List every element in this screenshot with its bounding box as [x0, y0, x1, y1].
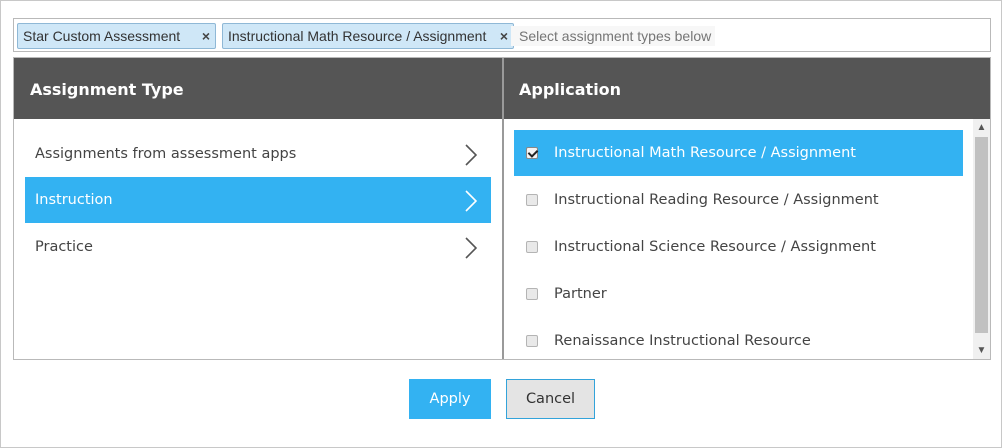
- tag-remove-icon[interactable]: ×: [202, 24, 210, 48]
- tag-instructional-math: Instructional Math Resource / Assignment…: [222, 23, 514, 49]
- assignment-type-dialog: Star Custom Assessment × Instructional M…: [0, 0, 1002, 448]
- type-item-label: Practice: [35, 239, 93, 255]
- chevron-right-icon: [465, 190, 477, 212]
- app-item-label: Partner: [554, 286, 607, 302]
- apply-button[interactable]: Apply: [409, 379, 491, 419]
- app-item-label: Instructional Math Resource / Assignment: [554, 145, 856, 161]
- assignment-type-panel: Assignment Type Assignments from assessm…: [14, 58, 502, 359]
- type-item-assessment-apps[interactable]: Assignments from assessment apps: [25, 131, 491, 177]
- application-scrollbar[interactable]: ▲ ▼: [973, 119, 990, 359]
- application-header: Application: [504, 58, 990, 119]
- scroll-down-arrow-icon[interactable]: ▼: [973, 342, 990, 359]
- chevron-right-icon: [465, 237, 477, 259]
- tag-label: Instructional Math Resource / Assignment: [228, 28, 487, 44]
- assignment-type-header: Assignment Type: [14, 58, 502, 119]
- app-item-reading[interactable]: Instructional Reading Resource / Assignm…: [514, 177, 963, 223]
- checkbox[interactable]: [526, 147, 538, 159]
- tag-label: Star Custom Assessment: [23, 28, 181, 44]
- selection-panels: Assignment Type Assignments from assessm…: [13, 57, 991, 360]
- tag-star-custom-assessment: Star Custom Assessment ×: [17, 23, 216, 49]
- scroll-up-arrow-icon[interactable]: ▲: [973, 119, 990, 136]
- assignment-tag-input[interactable]: Star Custom Assessment × Instructional M…: [13, 18, 991, 52]
- type-item-instruction[interactable]: Instruction: [25, 177, 491, 223]
- app-item-label: Instructional Science Resource / Assignm…: [554, 239, 876, 255]
- app-item-label: Renaissance Instructional Resource: [554, 333, 811, 349]
- app-item-renaissance[interactable]: Renaissance Instructional Resource: [514, 318, 963, 364]
- tag-search-input[interactable]: [511, 26, 715, 46]
- scroll-thumb[interactable]: [975, 137, 988, 333]
- tag-remove-icon[interactable]: ×: [500, 24, 508, 48]
- cancel-button[interactable]: Cancel: [506, 379, 595, 419]
- checkbox[interactable]: [526, 241, 538, 253]
- type-item-label: Instruction: [35, 192, 113, 208]
- app-item-math[interactable]: Instructional Math Resource / Assignment: [514, 130, 963, 176]
- chevron-right-icon: [465, 144, 477, 166]
- application-panel: Application Instructional Math Resource …: [502, 58, 990, 359]
- type-item-practice[interactable]: Practice: [25, 224, 491, 270]
- checkbox[interactable]: [526, 288, 538, 300]
- app-item-science[interactable]: Instructional Science Resource / Assignm…: [514, 224, 963, 270]
- app-item-label: Instructional Reading Resource / Assignm…: [554, 192, 879, 208]
- type-item-label: Assignments from assessment apps: [35, 146, 297, 162]
- app-item-partner[interactable]: Partner: [514, 271, 963, 317]
- checkbox[interactable]: [526, 335, 538, 347]
- checkbox[interactable]: [526, 194, 538, 206]
